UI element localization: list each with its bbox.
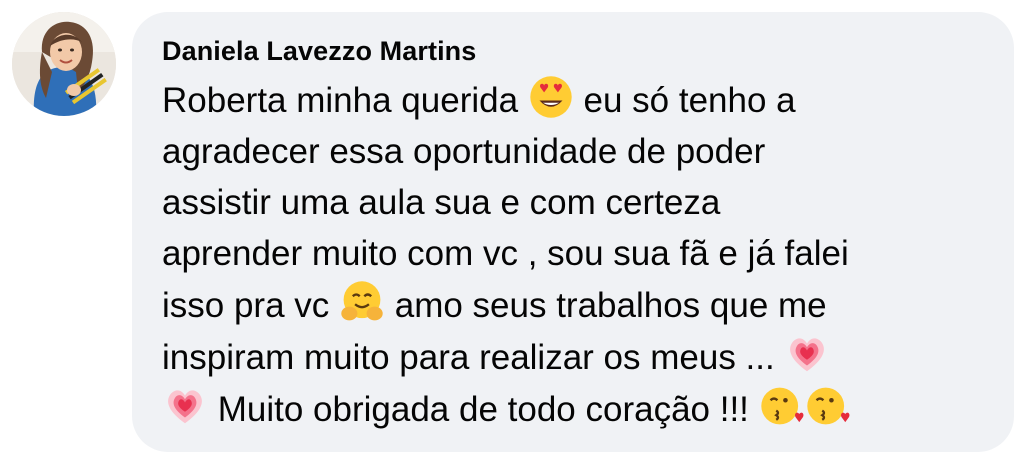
growing-heart-icon	[162, 383, 208, 429]
comment-line: isso pra vc amo seus trabalhos que me	[162, 279, 982, 331]
comment-text-segment: assistir uma aula sua e com certeza	[162, 183, 721, 222]
growing-heart-icon	[784, 331, 830, 377]
comment-bubble: Daniela Lavezzo Martins Roberta minha qu…	[132, 12, 1014, 452]
comment-line: agradecer essa oportunidade de poder	[162, 126, 982, 177]
heart-eyes-icon	[528, 74, 574, 120]
hugging-face-icon	[339, 279, 385, 325]
comment-text-segment: isso pra vc	[162, 286, 339, 325]
comment-text-segment: Muito obrigada de todo coração !!!	[208, 390, 759, 429]
comment-author[interactable]: Daniela Lavezzo Martins	[162, 34, 992, 68]
comment-line: aprender muito com vc , sou sua fã e já …	[162, 228, 982, 279]
comment-line: assistir uma aula sua e com certeza	[162, 177, 982, 228]
kissing-face-icon	[759, 383, 805, 429]
comment-text-segment: Roberta minha querida	[162, 81, 528, 120]
comment-line: Roberta minha querida eu só tenho a	[162, 74, 982, 126]
comment-text-segment: agradecer essa oportunidade de poder	[162, 132, 766, 171]
comment-text-segment: eu só tenho a	[573, 81, 796, 120]
avatar[interactable]	[12, 12, 116, 116]
profile-photo-icon	[12, 12, 116, 116]
comment-text-segment: aprender muito com vc , sou sua fã e já …	[162, 234, 849, 273]
kissing-face-icon	[805, 383, 851, 429]
comment-line: inspiram muito para realizar os meus ...	[162, 331, 982, 383]
comment-line: Muito obrigada de todo coração !!!	[162, 383, 982, 435]
comment-text-segment: inspiram muito para realizar os meus ...	[162, 338, 785, 377]
comment-text: Roberta minha querida eu só tenho a agrad…	[162, 74, 982, 435]
comment-text-segment: amo seus trabalhos que me	[385, 286, 827, 325]
